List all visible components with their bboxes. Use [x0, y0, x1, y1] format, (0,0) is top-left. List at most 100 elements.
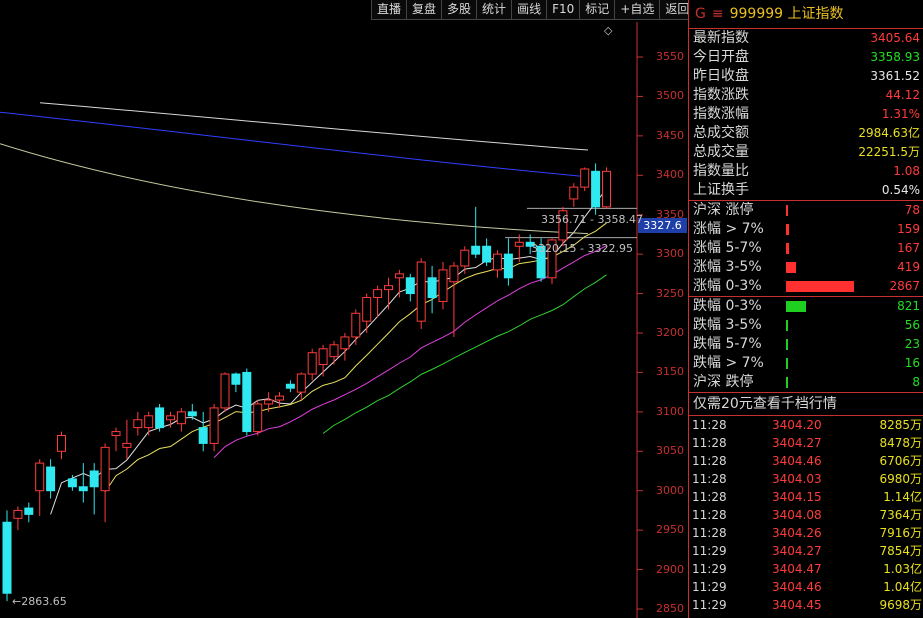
security-name: 上证指数	[787, 6, 844, 22]
candle-body	[209, 407, 219, 444]
tick-row: 11:28 3404.15 1.14亿	[689, 488, 923, 506]
axis-tick-label: 3450	[656, 128, 684, 142]
fall-count: 8	[912, 375, 920, 389]
quote-value: 44.12	[885, 88, 920, 102]
tick-volume-unit: 万	[909, 544, 922, 558]
low-marker-value: 2863.65	[21, 595, 67, 608]
candle-body	[591, 170, 601, 208]
tick-volume: 1.04亿	[842, 578, 922, 596]
candle-body	[482, 245, 492, 263]
candle-body	[514, 241, 524, 247]
quote-row: 指数涨幅 1.31%	[689, 105, 923, 124]
security-code: 999999	[729, 6, 784, 22]
rise-count: 419	[897, 260, 920, 274]
rise-distribution: 沪深 涨停 78 涨幅 > 7% 159 涨幅 5-7% 167 涨幅 3-5% 419 涨幅 …	[689, 200, 923, 296]
tick-row: 11:29 3404.46 1.04亿	[689, 578, 923, 596]
tick-volume: 8285万	[842, 416, 922, 434]
axis-tick-label: 3550	[656, 50, 684, 63]
tick-volume: 7854万	[842, 542, 922, 560]
candle-body	[111, 431, 121, 437]
toolbar-mark-button[interactable]: 标记	[579, 0, 616, 20]
candle-body	[503, 253, 513, 279]
rise-count: 167	[897, 241, 920, 255]
rise-label: 涨幅 > 7%	[693, 221, 764, 237]
quote-value: 22251.5万	[858, 145, 920, 159]
upper-range-label: 3356.71 - 3358.47	[541, 213, 643, 226]
quote-label: 今日开盘	[693, 49, 749, 65]
tick-volume-value: 1.04	[883, 580, 910, 594]
fall-bar	[783, 373, 868, 392]
tick-volume-unit: 万	[909, 508, 922, 522]
candle-body	[296, 373, 306, 393]
quote-label: 指数涨幅	[693, 106, 749, 122]
level2-notice[interactable]: 仅需20元查看千档行情	[689, 392, 923, 416]
quote-row: 指数量比 1.08	[689, 162, 923, 181]
rise-count: 78	[904, 203, 920, 217]
axis-tick-label: 3200	[656, 326, 684, 339]
kline-chart[interactable]: 直播 复盘 多股 统计 画线 F10 标记 +自选 返回 ◇ 3550 3500 3…	[0, 0, 696, 618]
kline-svg[interactable]	[0, 0, 688, 618]
fall-row: 跌幅 5-7% 23	[689, 335, 923, 354]
quote-value: 3358.93	[870, 50, 920, 64]
tick-row: 11:29 3404.47 1.03亿	[689, 560, 923, 578]
fall-row: 跌幅 > 7% 16	[689, 354, 923, 373]
tick-row: 11:29 3404.27 7854万	[689, 542, 923, 560]
ma10-line	[104, 222, 607, 493]
candle-body	[78, 486, 88, 492]
tick-time: 11:28	[692, 508, 727, 522]
candle-body	[449, 265, 459, 283]
quote-row: 今日开盘 3358.93	[689, 48, 923, 67]
candle-body	[46, 466, 56, 492]
candle-body	[253, 403, 263, 433]
axis-tick-label: 2850	[656, 602, 684, 615]
tick-volume-value: 6980	[879, 472, 910, 486]
toolbar-live-button[interactable]: 直播	[371, 0, 408, 20]
diamond-icon[interactable]: ◇	[604, 24, 612, 37]
toolbar-f10-button[interactable]: F10	[546, 0, 581, 20]
tick-row: 11:29 3404.45 9698万	[689, 596, 923, 614]
rise-label: 涨幅 3-5%	[693, 259, 762, 275]
fall-count: 821	[897, 299, 920, 313]
tick-time: 11:28	[692, 526, 727, 540]
tick-row: 11:28 3404.46 6706万	[689, 452, 923, 470]
tick-volume-value: 8478	[879, 436, 910, 450]
fall-distribution: 跌幅 0-3% 821 跌幅 3-5% 56 跌幅 5-7% 23 跌幅 > 7% 16 沪深 …	[689, 296, 923, 392]
tick-volume: 6706万	[842, 452, 922, 470]
candle-body	[602, 170, 611, 208]
axis-tick-label: 3000	[656, 483, 684, 497]
tick-time: 11:29	[692, 580, 727, 594]
candle-body	[580, 168, 590, 188]
candle-body	[307, 352, 317, 375]
quote-label: 指数量比	[693, 163, 749, 179]
tick-time: 11:28	[692, 436, 727, 450]
candle-body	[13, 509, 23, 519]
ma60-line	[0, 111, 589, 178]
tick-time: 11:28	[692, 490, 727, 504]
menu-icon[interactable]: ≡	[712, 6, 724, 22]
candle-body	[35, 462, 45, 492]
rise-label: 涨幅 0-3%	[693, 278, 762, 294]
candle-body	[318, 348, 328, 366]
fall-bar	[783, 354, 868, 373]
fall-bar	[783, 297, 868, 316]
toolbar-stats-button[interactable]: 统计	[476, 0, 513, 20]
candle-body	[187, 411, 197, 417]
candle-body	[329, 344, 339, 358]
current-price-tag: 3327.6	[638, 218, 687, 233]
toolbar-add-watch-button[interactable]: +自选	[614, 0, 661, 20]
quote-value: 3405.64	[870, 31, 920, 45]
candle-body	[100, 446, 110, 492]
toolbar-multi-stock-button[interactable]: 多股	[441, 0, 478, 20]
candle-body	[122, 442, 132, 448]
axis-tick-label: 3500	[656, 89, 684, 103]
tick-volume-unit: 万	[909, 526, 922, 540]
quote-value: 3361.52	[870, 69, 920, 83]
candle-body	[373, 289, 383, 299]
candle-body	[220, 373, 230, 409]
toolbar-draw-button[interactable]: 画线	[511, 0, 548, 20]
tick-volume: 8478万	[842, 434, 922, 452]
toolbar-review-button[interactable]: 复盘	[406, 0, 443, 20]
quote-row: 最新指数 3405.64	[689, 29, 923, 48]
fall-count: 56	[904, 318, 920, 332]
rise-row: 涨幅 > 7% 159	[689, 220, 923, 239]
